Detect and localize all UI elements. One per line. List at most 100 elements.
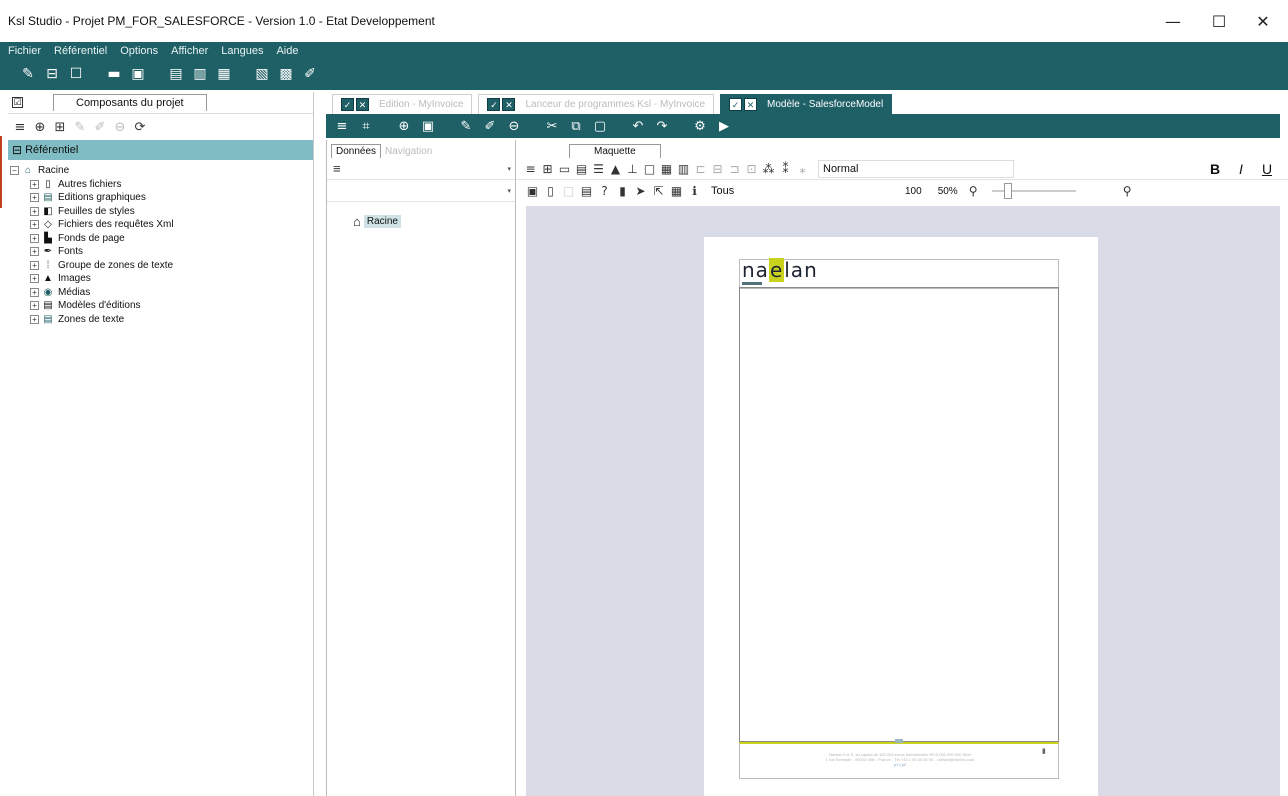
tree-item[interactable]: + ▤ Editions graphiques [10, 191, 313, 205]
add-group-icon[interactable]: ⊞ [52, 120, 68, 135]
close-tab-icon[interactable]: ✕ [356, 98, 369, 111]
paste-icon[interactable]: ▢ [590, 116, 610, 136]
settings-icon[interactable]: ⚙ [690, 116, 710, 136]
checkbox-icon[interactable]: ✓ [729, 98, 743, 111]
menu-referentiel[interactable]: Référentiel [54, 45, 107, 57]
zoom-slider[interactable] [991, 183, 1076, 199]
add-field-icon[interactable]: ⊕ [394, 116, 414, 136]
bold-button[interactable]: B [1206, 161, 1224, 177]
design-canvas[interactable]: naelan Naelan S.A.S. au capital de 100 0… [526, 206, 1280, 796]
edit-icon[interactable]: ✎ [456, 116, 476, 136]
collapse-icon[interactable]: − [10, 166, 19, 176]
rename-icon[interactable]: ✐ [480, 116, 500, 136]
align-center-icon[interactable]: ⊟ [710, 162, 725, 176]
new-edition-icon[interactable]: ▤ [166, 64, 186, 84]
expand-icon[interactable]: + [30, 314, 39, 324]
menu-icon[interactable]: ≡ [523, 162, 538, 176]
tab-navigation[interactable]: Navigation [381, 145, 436, 158]
referentiel-header[interactable]: ⊟ Référentiel [8, 140, 313, 160]
tab-donnees[interactable]: Données [331, 144, 382, 158]
lock-icon[interactable]: ▮ [615, 184, 630, 198]
deploy-icon[interactable]: ▧ [252, 64, 272, 84]
image-icon[interactable]: ▲ [608, 162, 623, 176]
tab-lanceur[interactable]: ✓ ✕ Lanceur de programmes Ksl - MyInvoice [478, 94, 715, 114]
new-form-icon[interactable]: ▥ [190, 64, 210, 84]
expand-icon[interactable]: + [30, 247, 39, 257]
tree-item[interactable]: + ▯ Autres fichiers [10, 178, 313, 192]
underline-button[interactable]: U [1258, 161, 1276, 177]
edit-icon[interactable]: ✎ [72, 120, 88, 135]
new-grid-icon[interactable]: ▦ [214, 64, 234, 84]
maximize-button[interactable]: ☐ [1196, 0, 1242, 42]
run-icon[interactable]: ▶ [714, 116, 734, 136]
window-icon[interactable]: ☐ [66, 64, 86, 84]
tab-modele[interactable]: ✓ ✕ Modèle - SalesforceModel [720, 94, 893, 114]
tree-item[interactable]: + ▤ Zones de texte [10, 313, 313, 327]
expand-icon[interactable]: + [30, 274, 39, 284]
tree-item[interactable]: + ◉ Médias [10, 286, 313, 300]
tree-item[interactable]: + ▙ Fonds de page [10, 232, 313, 246]
italic-button[interactable]: I [1232, 161, 1250, 177]
body-zone[interactable] [739, 287, 1059, 742]
zoom-in-icon[interactable]: ⚲ [1120, 184, 1135, 198]
align-left-icon[interactable]: ⊏ [693, 162, 708, 176]
menu-icon[interactable]: ≡ [332, 116, 352, 136]
image-icon[interactable]: ▩ [276, 64, 296, 84]
align-right-icon[interactable]: ⊐ [727, 162, 742, 176]
style-select[interactable]: Normal [818, 159, 1014, 178]
line-icon[interactable]: ⊥ [625, 162, 640, 176]
checkbox-icon[interactable]: ✓ [341, 98, 354, 111]
rename-icon[interactable]: ✐ [92, 120, 108, 135]
tree-item[interactable]: + ◇ Fichiers des requêtes Xml [10, 218, 313, 232]
table-icon[interactable]: ⊞ [540, 162, 555, 176]
close-button[interactable]: ✕ [1240, 0, 1286, 42]
expand-icon[interactable]: + [30, 287, 39, 297]
tools-icon[interactable]: ✐ [300, 64, 320, 84]
remove-icon[interactable]: ⊖ [504, 116, 524, 136]
menu-fichier[interactable]: Fichier [8, 45, 41, 57]
list-icon[interactable]: ☰ [591, 162, 606, 176]
paragraph-icon[interactable]: ▤ [574, 162, 589, 176]
tab-composants[interactable]: Composants du projet [53, 94, 207, 111]
menu-langues[interactable]: Langues [221, 45, 263, 57]
data-tree-root[interactable]: ⌂ Racine [353, 214, 401, 229]
expand-icon[interactable]: + [30, 193, 39, 203]
scroll-down-icon[interactable]: ▾ [507, 187, 511, 195]
repository-icon[interactable]: ⊟ [42, 64, 62, 84]
page-icon[interactable]: ▯ [543, 184, 558, 198]
undo-icon[interactable]: ↶ [628, 116, 648, 136]
footer-zone[interactable]: Naelan S.A.S. au capital de 100 000 euro… [739, 739, 1059, 779]
barcode-icon[interactable]: ▥ [676, 162, 691, 176]
condition-icon[interactable]: ⁎ [795, 162, 810, 176]
save-icon[interactable]: ▣ [418, 116, 438, 136]
save-icon[interactable]: ▣ [128, 64, 148, 84]
zoom-primary[interactable]: 100 [905, 186, 922, 197]
tree-item[interactable]: + ▤ Modèles d'éditions [10, 299, 313, 313]
blank-icon[interactable]: □ [561, 184, 576, 198]
add-component-icon[interactable]: ⊕ [32, 120, 48, 135]
redo-icon[interactable]: ↷ [652, 116, 672, 136]
grid-icon[interactable]: ▦ [659, 162, 674, 176]
wizard-icon[interactable]: ✎ [18, 64, 38, 84]
filter-select[interactable]: Tous [709, 183, 889, 200]
print-icon[interactable]: ▦ [669, 184, 684, 198]
copy-icon[interactable]: ⧉ [566, 116, 586, 136]
structure-icon[interactable]: ⌗ [356, 116, 376, 136]
open-folder-icon[interactable]: ▬ [104, 64, 124, 84]
help-icon[interactable]: ? [597, 184, 612, 198]
text-field-icon[interactable]: ▭ [557, 162, 572, 176]
menu-options[interactable]: Options [120, 45, 158, 57]
tab-maquette[interactable]: Maquette [569, 144, 661, 158]
zoom-out-icon[interactable]: ⚲ [966, 184, 981, 198]
document-page[interactable]: naelan Naelan S.A.S. au capital de 100 0… [704, 237, 1098, 796]
tree-root[interactable]: − ⌂ Racine [10, 164, 313, 178]
cut-icon[interactable]: ✂ [542, 116, 562, 136]
tree-item[interactable]: + ⁞ Groupe de zones de texte [10, 259, 313, 273]
close-tab-icon[interactable]: ✕ [744, 98, 758, 111]
view-icon[interactable]: ▣ [525, 184, 540, 198]
tree-item[interactable]: + ▲ Images [10, 272, 313, 286]
field-insert-icon[interactable]: ⁂ [761, 162, 776, 176]
delete-icon[interactable]: ⊖ [112, 120, 128, 135]
close-tab-icon[interactable]: ✕ [502, 98, 516, 111]
panel-checkbox[interactable]: ☑ [12, 97, 23, 108]
